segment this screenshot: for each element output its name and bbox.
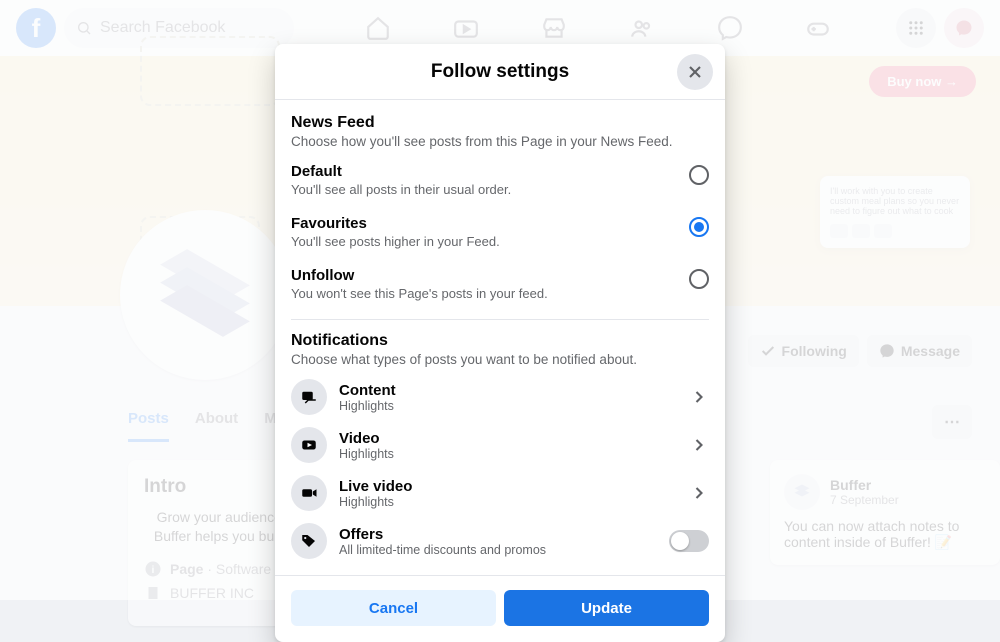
option-label: Favourites: [291, 215, 500, 232]
notifications-section-desc: Choose what types of posts you want to b…: [291, 352, 709, 367]
close-button[interactable]: [677, 54, 713, 90]
modal-footer: Cancel Update: [275, 575, 725, 642]
option-desc: You won't see this Page's posts in your …: [291, 286, 548, 301]
notification-desc: Highlights: [339, 495, 677, 509]
modal-header: Follow settings: [275, 44, 725, 100]
option-label: Default: [291, 163, 511, 180]
newsfeed-option-unfollow[interactable]: Unfollow You won't see this Page's posts …: [291, 253, 709, 305]
newsfeed-section-title: News Feed: [291, 114, 709, 132]
newsfeed-option-default[interactable]: Default You'll see all posts in their usu…: [291, 149, 709, 201]
notification-label: Live video: [339, 478, 677, 495]
livevideo-icon: [291, 475, 327, 511]
option-label: Unfollow: [291, 267, 548, 284]
chevron-right-icon: [689, 387, 709, 407]
notifications-section-title: Notifications: [291, 332, 709, 350]
follow-settings-modal: Follow settings News Feed Choose how you…: [275, 44, 725, 642]
chevron-right-icon: [689, 483, 709, 503]
notification-desc: Highlights: [339, 447, 677, 461]
notification-row-offers[interactable]: OffersAll limited-time discounts and pro…: [291, 517, 709, 565]
notification-row-live-video[interactable]: Live videoHighlights: [291, 469, 709, 517]
notification-label: Content: [339, 382, 677, 399]
close-icon: [685, 62, 705, 82]
notification-desc: All limited-time discounts and promos: [339, 543, 657, 557]
option-desc: You'll see posts higher in your Feed.: [291, 234, 500, 249]
cancel-button[interactable]: Cancel: [291, 590, 496, 626]
update-button[interactable]: Update: [504, 590, 709, 626]
toggle-switch[interactable]: [669, 530, 709, 552]
notification-row-video[interactable]: VideoHighlights: [291, 421, 709, 469]
option-desc: You'll see all posts in their usual orde…: [291, 182, 511, 197]
separator: [291, 319, 709, 320]
chevron-right-icon: [689, 435, 709, 455]
notification-label: Video: [339, 430, 677, 447]
notification-label: Offers: [339, 526, 657, 543]
radio-button[interactable]: [689, 269, 709, 289]
modal-title: Follow settings: [431, 61, 569, 83]
newsfeed-section-desc: Choose how you'll see posts from this Pa…: [291, 134, 709, 149]
notification-row-content[interactable]: ContentHighlights: [291, 373, 709, 421]
radio-button[interactable]: [689, 165, 709, 185]
content-icon: [291, 379, 327, 415]
video-icon: [291, 427, 327, 463]
newsfeed-option-favourites[interactable]: Favourites You'll see posts higher in you…: [291, 201, 709, 253]
notification-desc: Highlights: [339, 399, 677, 413]
offers-icon: [291, 523, 327, 559]
radio-button[interactable]: [689, 217, 709, 237]
